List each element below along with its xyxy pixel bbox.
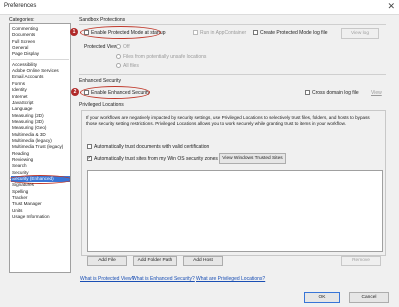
pv-off-label: Off xyxy=(123,44,130,50)
create-log-label: Create Protected Mode log file xyxy=(260,30,328,36)
callout-badge-1: 1 xyxy=(70,28,78,36)
pv-all-label: All files xyxy=(123,63,139,69)
sidebar-item[interactable]: Multimedia & 3D xyxy=(11,132,70,138)
sidebar-item[interactable]: Search xyxy=(11,163,70,169)
sidebar-item[interactable]: Forms xyxy=(11,81,70,87)
remove-button[interactable]: Remove xyxy=(341,256,381,266)
sidebar-item[interactable]: Multimedia (legacy) xyxy=(11,138,70,144)
pv-unsafe-label: Files from potentially unsafe locations xyxy=(123,54,207,60)
sidebar-item[interactable]: Usage Information xyxy=(11,214,70,220)
title-bar: Preferences ✕ xyxy=(0,0,399,15)
create-log-checkbox[interactable] xyxy=(253,30,258,35)
sidebar-item[interactable]: Commenting xyxy=(11,26,70,32)
callout-badge-2: 2 xyxy=(71,88,79,96)
sidebar-item[interactable]: Multimedia Trust (legacy) xyxy=(11,144,70,150)
view-log-button[interactable]: View log xyxy=(341,28,379,39)
sidebar-item[interactable]: Measuring (2D) xyxy=(11,113,70,119)
ok-button[interactable]: OK xyxy=(304,292,340,303)
sidebar-item[interactable]: Measuring (Geo) xyxy=(11,125,70,131)
auto-trust-os-checkbox[interactable] xyxy=(87,155,92,161)
sidebar-item[interactable]: Tracker xyxy=(11,195,70,201)
divider xyxy=(79,24,386,25)
protected-view-label: Protected View xyxy=(84,44,118,50)
add-host-button[interactable]: Add Host xyxy=(183,256,223,266)
appcontainer-checkbox[interactable] xyxy=(193,30,198,35)
divider xyxy=(79,74,386,75)
sidebar-item[interactable]: Spelling xyxy=(11,189,70,195)
enhanced-security-help-link[interactable]: What is Enhanced Security? xyxy=(132,276,195,282)
privileged-locations-list[interactable] xyxy=(87,170,383,252)
callout-ring-1 xyxy=(80,26,161,39)
auto-trust-os-label: Automatically trust sites from my Win OS… xyxy=(94,156,218,162)
pv-off-radio[interactable] xyxy=(116,44,121,49)
enhanced-heading: Enhanced Security xyxy=(79,78,121,84)
cross-domain-label: Cross domain log file xyxy=(312,90,359,96)
pv-all-radio[interactable] xyxy=(116,63,121,68)
sidebar-item[interactable]: Internet xyxy=(11,94,70,100)
auto-trust-certified-label: Automatically trust documents with valid… xyxy=(94,144,210,150)
pv-unsafe-radio[interactable] xyxy=(116,54,121,59)
cross-domain-checkbox[interactable] xyxy=(305,90,310,95)
callout-ring-2 xyxy=(80,86,150,99)
sidebar-item[interactable]: Measuring (3D) xyxy=(11,119,70,125)
appcontainer-label: Run in AppContainer xyxy=(200,30,247,36)
sidebar-item[interactable]: Page Display xyxy=(11,51,70,57)
sidebar-item[interactable]: Reviewing xyxy=(11,157,70,163)
close-icon[interactable]: ✕ xyxy=(387,1,395,12)
categories-list[interactable]: Commenting Documents Full Screen General Pag… xyxy=(9,23,71,273)
sidebar-item[interactable]: Email Accounts xyxy=(11,74,70,80)
add-file-button[interactable]: Add File xyxy=(87,256,127,266)
sandbox-heading: Sandbox Protections xyxy=(79,17,126,23)
protected-view-help-link[interactable]: What is Protected View? xyxy=(80,276,134,282)
sidebar-divider xyxy=(11,58,69,60)
sidebar-item[interactable]: Documents xyxy=(11,32,70,38)
privileged-locations-help-link[interactable]: What are Privileged Locations? xyxy=(196,276,265,282)
view-trusted-sites-button[interactable]: View Windows Trusted Sites xyxy=(219,153,286,164)
sidebar-item[interactable]: Units xyxy=(11,208,70,214)
sidebar-item[interactable]: General xyxy=(11,45,70,51)
privileged-heading: Privileged Locations xyxy=(79,102,124,108)
sidebar-item[interactable]: Identity xyxy=(11,87,70,93)
sidebar-item[interactable]: Accessibility xyxy=(11,62,70,68)
sidebar-item[interactable]: Full Screen xyxy=(11,39,70,45)
privileged-description: If your workflows are negatively impacte… xyxy=(86,115,370,126)
add-folder-button[interactable]: Add Folder Path xyxy=(133,256,177,266)
window-title: Preferences xyxy=(4,3,37,9)
sidebar-item[interactable]: Language xyxy=(11,106,70,112)
sidebar-item[interactable]: Reading xyxy=(11,151,70,157)
sidebar-item[interactable]: JavaScript xyxy=(11,100,70,106)
sidebar-item[interactable]: Trust Manager xyxy=(11,201,70,207)
cancel-button[interactable]: Cancel xyxy=(349,292,389,303)
sidebar-item[interactable]: Adobe Online Services xyxy=(11,68,70,74)
view-cross-domain-link[interactable]: View xyxy=(371,90,382,96)
sidebar-item[interactable]: Signatures xyxy=(11,182,70,188)
auto-trust-certified-checkbox[interactable] xyxy=(87,144,92,149)
